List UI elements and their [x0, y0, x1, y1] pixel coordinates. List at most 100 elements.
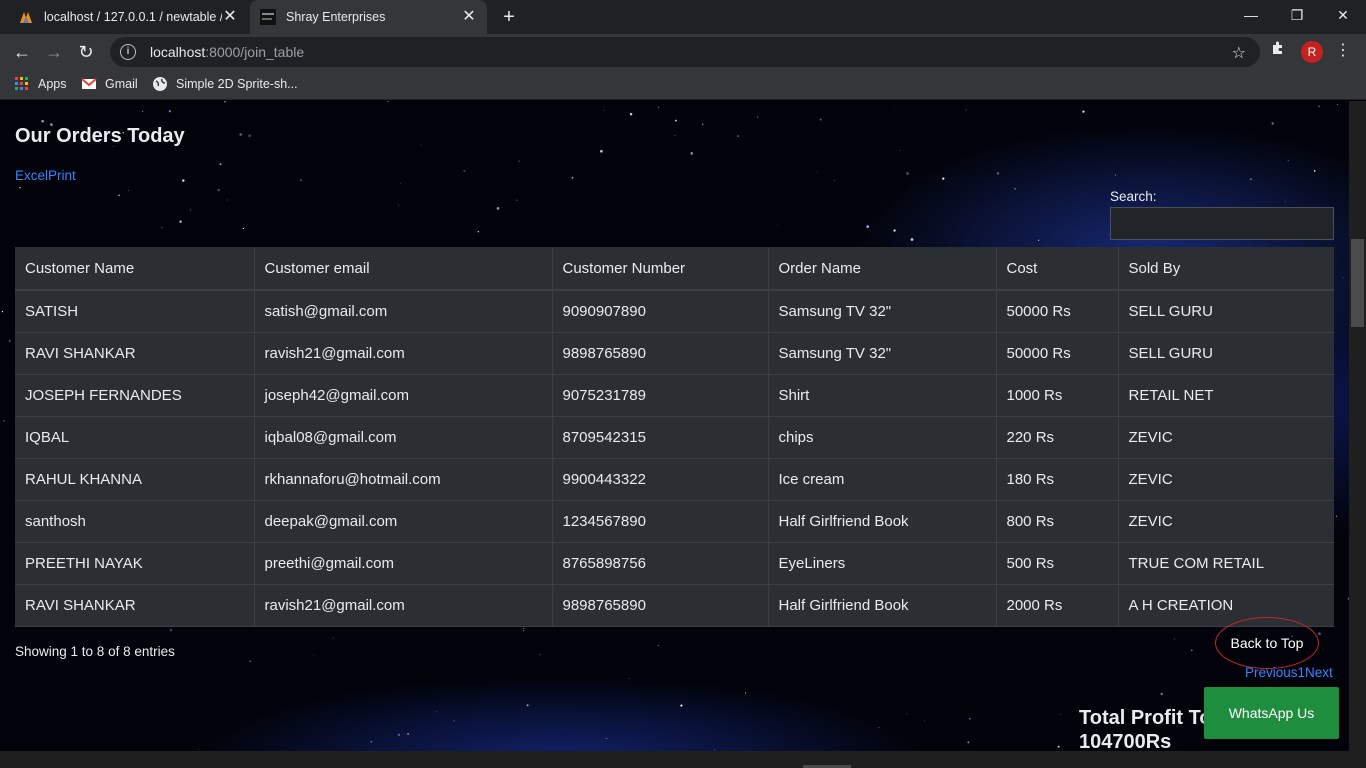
close-tab-icon[interactable]: ✕ — [222, 9, 238, 25]
excel-print-link[interactable]: ExcelPrint — [15, 168, 76, 183]
cell-sold-by: SELL GURU — [1118, 290, 1334, 333]
star — [168, 110, 172, 113]
column-header-customer-number[interactable]: Customer Number — [552, 247, 769, 291]
star — [399, 183, 401, 184]
star — [1249, 178, 1252, 181]
vertical-scroll-thumb[interactable] — [1351, 239, 1364, 327]
cell-sold-by: SELL GURU — [1118, 332, 1334, 375]
star — [606, 737, 608, 740]
star — [496, 207, 500, 210]
star — [198, 749, 200, 750]
star — [169, 628, 173, 632]
star — [1082, 110, 1085, 113]
table-row: JOSEPH FERNANDES joseph42@gmail.com 9075… — [15, 374, 1334, 417]
minimize-icon[interactable]: — — [1228, 0, 1274, 30]
tab-shray-enterprises[interactable]: Shray Enterprises ✕ — [250, 0, 487, 34]
cell-sold-by: ZEVIC — [1118, 416, 1334, 459]
star — [967, 741, 970, 744]
table-row: PREETHI NAYAK preethi@gmail.com 87658987… — [15, 542, 1334, 585]
cell-cost: 2000 Rs — [996, 584, 1119, 627]
star — [1318, 632, 1321, 636]
address-bar[interactable]: i localhost:8000/join_table ☆ — [110, 37, 1260, 67]
cell-customer-email: ravish21@gmail.com — [254, 584, 553, 627]
star — [899, 150, 901, 151]
star — [179, 220, 182, 223]
new-tab-icon[interactable]: + — [498, 6, 520, 28]
bookmarks-bar: Apps Gmail Simple 2D Sprite-sh... — [0, 70, 1366, 100]
star — [658, 106, 660, 108]
bookmark-gmail[interactable]: Gmail — [81, 76, 138, 92]
close-tab-icon[interactable]: ✕ — [461, 9, 477, 25]
star — [1037, 239, 1040, 241]
reload-icon[interactable]: ↻ — [74, 40, 98, 64]
profile-avatar[interactable]: R — [1301, 41, 1323, 63]
star — [386, 101, 389, 102]
cell-customer-email: rkhannaforu@hotmail.com — [254, 458, 553, 501]
column-header-sold-by[interactable]: Sold By — [1118, 247, 1334, 291]
cell-order-name: Half Girlfriend Book — [768, 584, 997, 627]
star — [242, 227, 245, 230]
tab-title: Shray Enterprises — [286, 10, 386, 24]
table-row: RAVI SHANKAR ravish21@gmail.com 98987658… — [15, 332, 1334, 375]
star — [249, 660, 251, 662]
star — [674, 119, 677, 122]
tab-title: localhost / 127.0.0.1 / newtable / — [44, 10, 222, 24]
column-header-customer-name[interactable]: Customer Name — [15, 247, 255, 291]
bookmark-apps[interactable]: Apps — [14, 76, 67, 92]
bookmark-star-icon[interactable]: ☆ — [1232, 43, 1246, 63]
cell-sold-by: A H CREATION — [1118, 584, 1334, 627]
star — [436, 711, 438, 713]
cell-customer-email: ravish21@gmail.com — [254, 332, 553, 375]
browser-tab-bar: localhost / 127.0.0.1 / newtable / ✕ Shr… — [0, 0, 1366, 34]
cell-customer-email: satish@gmail.com — [254, 290, 553, 333]
cell-customer-number: 9075231789 — [552, 374, 769, 417]
column-header-cost[interactable]: Cost — [996, 247, 1119, 291]
whatsapp-button[interactable]: WhatsApp Us — [1204, 687, 1339, 739]
vertical-scrollbar[interactable] — [1349, 101, 1366, 751]
browser-menu-icon[interactable]: ⋮ — [1335, 40, 1351, 60]
cell-cost: 1000 Rs — [996, 374, 1119, 417]
site-info-icon[interactable]: i — [120, 44, 136, 60]
star — [965, 109, 967, 111]
star — [628, 677, 630, 679]
star — [924, 720, 926, 722]
star — [1284, 200, 1287, 203]
back-arrow-icon[interactable]: ← — [10, 40, 34, 64]
star — [866, 225, 870, 228]
column-header-order-name[interactable]: Order Name — [768, 247, 997, 291]
cell-customer-name: PREETHI NAYAK — [15, 542, 255, 585]
tab-phpmyadmin[interactable]: localhost / 127.0.0.1 / newtable / ✕ — [8, 0, 248, 34]
star — [756, 116, 759, 118]
column-header-customer-email[interactable]: Customer email — [254, 247, 553, 291]
star — [397, 733, 401, 736]
pagination-next[interactable]: Next — [1305, 665, 1333, 680]
back-to-top-button[interactable]: Back to Top — [1215, 617, 1319, 669]
search-input[interactable] — [1110, 207, 1334, 240]
total-profit: Total Profit To 104700Rs — [1079, 706, 1212, 754]
star — [407, 732, 410, 735]
star — [398, 204, 400, 206]
star — [463, 169, 466, 172]
star — [3, 420, 5, 422]
restore-icon[interactable]: ❐ — [1274, 0, 1320, 30]
star — [332, 637, 334, 639]
cell-customer-name: santhosh — [15, 500, 255, 543]
forward-arrow-icon[interactable]: → — [42, 40, 66, 64]
cell-cost: 220 Rs — [996, 416, 1119, 459]
star — [816, 171, 818, 172]
pagination-page-1[interactable]: 1 — [1298, 665, 1306, 680]
star — [745, 692, 747, 694]
star — [300, 179, 302, 181]
pagination-previous[interactable]: Previous — [1245, 665, 1298, 680]
cell-customer-name: RAVI SHANKAR — [15, 332, 255, 375]
horizontal-scrollbar[interactable] — [0, 751, 1366, 768]
star — [1191, 649, 1193, 652]
cell-customer-email: joseph42@gmail.com — [254, 374, 553, 417]
page-viewport: Our Orders Today ExcelPrint Search: Cust… — [0, 101, 1366, 768]
star — [127, 189, 129, 191]
bookmark-sprite[interactable]: Simple 2D Sprite-sh... — [152, 76, 298, 92]
extensions-puzzle-icon[interactable] — [1270, 40, 1286, 61]
star — [182, 179, 185, 182]
window-close-icon[interactable]: ✕ — [1320, 0, 1366, 30]
star — [8, 340, 11, 342]
